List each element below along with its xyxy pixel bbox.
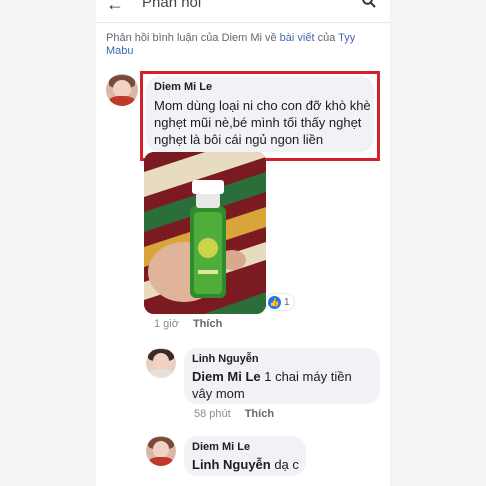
mention-link[interactable]: Linh Nguyễn [192,457,271,472]
context-middle: của [314,32,339,44]
comment-bubble: Linh Nguyễn Diem Mi Le 1 chai máy tiền v… [184,348,380,404]
post-link[interactable]: bài viết [280,32,315,44]
phone-screen: ← Phản hồi Phản hồi bình luận của Diem M… [96,0,390,486]
comment-author[interactable]: Linh Nguyễn [192,353,259,365]
like-button[interactable]: Thích [245,408,274,420]
like-icon: 👍 [268,295,281,309]
header-divider [96,22,390,23]
page-title: Phản hồi [142,0,202,11]
top-bar: ← Phản hồi [96,0,390,16]
reply-context: Phản hồi bình luận của Diem Mi về bài vi… [106,32,376,58]
highlight-box [140,71,380,161]
comment-text: Diem Mi Le 1 chai máy tiền vây mom [192,368,372,402]
reaction-count: 1 [284,296,290,308]
search-icon[interactable] [362,0,376,13]
comment-body: dạ c [270,457,299,472]
reaction-badge[interactable]: 👍 1 [266,294,294,310]
avatar[interactable] [106,74,138,106]
avatar[interactable] [146,348,176,378]
like-button[interactable]: Thích [193,318,222,330]
comment-bubble: Diem Mi Le Linh Nguyễn dạ c [184,436,306,476]
comment-photo[interactable] [144,152,266,314]
comment-meta: 58 phút Thích [194,408,274,420]
comment-author[interactable]: Diem Mi Le [192,441,250,453]
comment-time: 1 giờ [154,318,179,330]
comment-text: Linh Nguyễn dạ c [192,456,304,473]
comment-meta: 1 giờ Thích [154,318,222,330]
comment-time: 58 phút [194,408,231,420]
avatar[interactable] [146,436,176,466]
mention-link[interactable]: Diem Mi Le [192,369,261,384]
back-arrow-icon[interactable]: ← [106,0,124,13]
context-prefix: Phản hồi bình luận của Diem Mi về [106,32,280,44]
